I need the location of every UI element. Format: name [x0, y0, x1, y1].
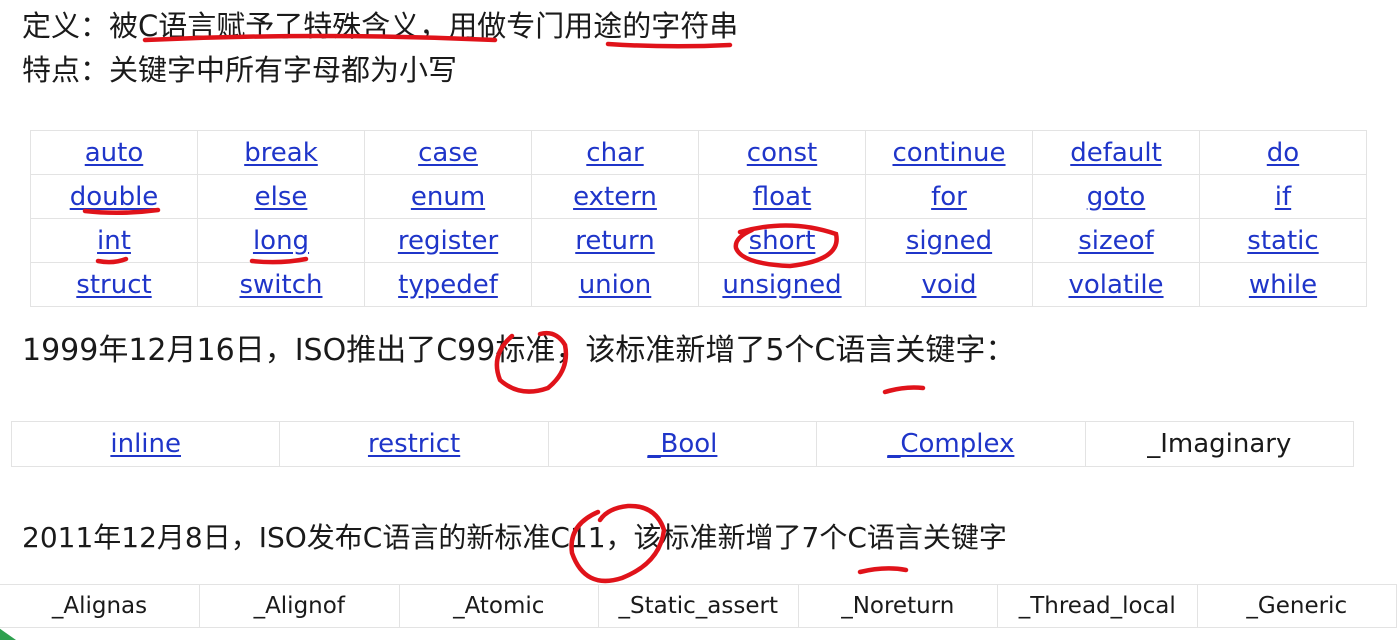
keyword-cell: struct	[30, 262, 198, 307]
keyword-link-do[interactable]: do	[1267, 138, 1299, 168]
c11-note: 2011年12月8日，ISO发布C语言的新标准C11，该标准新增了7个C语言关键…	[22, 521, 1007, 554]
keyword-link-int[interactable]: int	[97, 226, 131, 256]
keyword-cell: short	[698, 218, 866, 263]
keyword-cell: continue	[865, 130, 1033, 175]
keyword-cell: for	[865, 174, 1033, 219]
keyword-cell: int	[30, 218, 198, 263]
c11-keyword-cell: _Generic	[1197, 584, 1397, 628]
c11-keyword-cell: _Atomic	[399, 584, 599, 628]
keyword-cell: const	[698, 130, 866, 175]
keyword-cell: extern	[531, 174, 699, 219]
keyword-link-goto[interactable]: goto	[1087, 182, 1146, 212]
keyword-cell: double	[30, 174, 198, 219]
keyword-cell: break	[197, 130, 365, 175]
c11-keyword-cell: _Static_assert	[598, 584, 799, 628]
keyword-link-enum[interactable]: enum	[411, 182, 485, 212]
keyword-link-auto[interactable]: auto	[85, 138, 144, 168]
keyword-link-if[interactable]: if	[1275, 182, 1291, 212]
keyword-link-extern[interactable]: extern	[573, 182, 657, 212]
keyword-link-union[interactable]: union	[579, 270, 652, 300]
keyword-link-restrict[interactable]: restrict	[368, 429, 460, 459]
c99-keyword-cell: _Complex	[816, 421, 1086, 467]
c99-keyword-cell: inline	[10, 421, 281, 467]
c99-keyword-cell: _Imaginary	[1084, 421, 1355, 467]
keyword-link-volatile[interactable]: volatile	[1068, 270, 1163, 300]
keyword-cell: case	[364, 130, 532, 175]
keyword-link-register[interactable]: register	[398, 226, 498, 256]
keyword-cell: sizeof	[1032, 218, 1200, 263]
keyword-cell: if	[1199, 174, 1367, 219]
keyword-link-signed[interactable]: signed	[906, 226, 992, 256]
keyword-link-struct[interactable]: struct	[76, 270, 151, 300]
keyword-link-short[interactable]: short	[749, 226, 816, 256]
c99-keyword-table: inline restrict _Bool _Complex _Imaginary	[10, 421, 1355, 467]
keyword-cell: auto	[30, 130, 198, 175]
underline-mark	[882, 385, 926, 395]
keyword-link-break[interactable]: break	[244, 138, 318, 168]
keyword-cell: union	[531, 262, 699, 307]
keyword-link-sizeof[interactable]: sizeof	[1078, 226, 1153, 256]
keyword-link-void[interactable]: void	[921, 270, 976, 300]
keyword-cell: float	[698, 174, 866, 219]
keyword-cell: char	[531, 130, 699, 175]
keyword-cell: unsigned	[698, 262, 866, 307]
keyword-cell: goto	[1032, 174, 1200, 219]
keyword-link-else[interactable]: else	[255, 182, 308, 212]
definition-text: 定义：被C语言赋予了特殊含义，用做专门用途的字符串	[22, 9, 739, 43]
keyword-table: auto break case char const continue default do d…	[30, 130, 1367, 307]
keyword-Imaginary: _Imaginary	[1147, 429, 1292, 459]
c11-keyword-cell: _Thread_local	[997, 584, 1198, 628]
c11-keyword-table: _Alignas _Alignof _Atomic _Static_assert _No…	[0, 584, 1397, 628]
keyword-cell: enum	[364, 174, 532, 219]
keyword-link-switch[interactable]: switch	[239, 270, 322, 300]
keyword-link-char[interactable]: char	[586, 138, 643, 168]
keyword-row: auto break case char const continue default do	[30, 130, 1367, 175]
keyword-link-float[interactable]: float	[753, 182, 811, 212]
keyword-link-default[interactable]: default	[1070, 138, 1161, 168]
keyword-row: struct switch typedef union unsigned void vola…	[30, 262, 1367, 307]
keyword-cell: default	[1032, 130, 1200, 175]
keyword-cell: do	[1199, 130, 1367, 175]
keyword-cell: void	[865, 262, 1033, 307]
underline-mark	[605, 41, 733, 49]
c99-keyword-cell: _Bool	[547, 421, 818, 467]
keyword-link-inline[interactable]: inline	[110, 429, 181, 459]
feature-text: 特点：关键字中所有字母都为小写	[22, 53, 458, 87]
keyword-link-unsigned[interactable]: unsigned	[722, 270, 841, 300]
keyword-cell: typedef	[364, 262, 532, 307]
keyword-link-double[interactable]: double	[70, 182, 159, 212]
keyword-cell: long	[197, 218, 365, 263]
keyword-link-long[interactable]: long	[253, 226, 309, 256]
keyword-cell: register	[364, 218, 532, 263]
keyword-link-for[interactable]: for	[931, 182, 967, 212]
keyword-cell: switch	[197, 262, 365, 307]
keyword-link-Bool[interactable]: _Bool	[648, 429, 718, 459]
keyword-cell: static	[1199, 218, 1367, 263]
keyword-link-case[interactable]: case	[418, 138, 478, 168]
c99-keyword-cell: restrict	[279, 421, 549, 467]
c11-keyword-cell: _Alignof	[199, 584, 400, 628]
keyword-cell: return	[531, 218, 699, 263]
keyword-link-return[interactable]: return	[575, 226, 655, 256]
keyword-link-static[interactable]: static	[1247, 226, 1318, 256]
keyword-link-while[interactable]: while	[1249, 270, 1317, 300]
keyword-link-const[interactable]: const	[747, 138, 817, 168]
keyword-cell: while	[1199, 262, 1367, 307]
keyword-cell: else	[197, 174, 365, 219]
keyword-link-typedef[interactable]: typedef	[398, 270, 498, 300]
c99-note: 1999年12月16日，ISO推出了C99标准，该标准新增了5个C语言关键字：	[22, 333, 1016, 368]
keyword-link-continue[interactable]: continue	[892, 138, 1005, 168]
keyword-row: double else enum extern float for goto if	[30, 174, 1367, 219]
c11-keyword-cell: _Alignas	[0, 584, 200, 628]
underline-mark	[857, 566, 909, 575]
keyword-cell: volatile	[1032, 262, 1200, 307]
keyword-cell: signed	[865, 218, 1033, 263]
c11-keyword-cell: _Noreturn	[798, 584, 998, 628]
keyword-link-Complex[interactable]: _Complex	[887, 429, 1014, 459]
keyword-row: int long register return short signed sizeof st…	[30, 218, 1367, 263]
